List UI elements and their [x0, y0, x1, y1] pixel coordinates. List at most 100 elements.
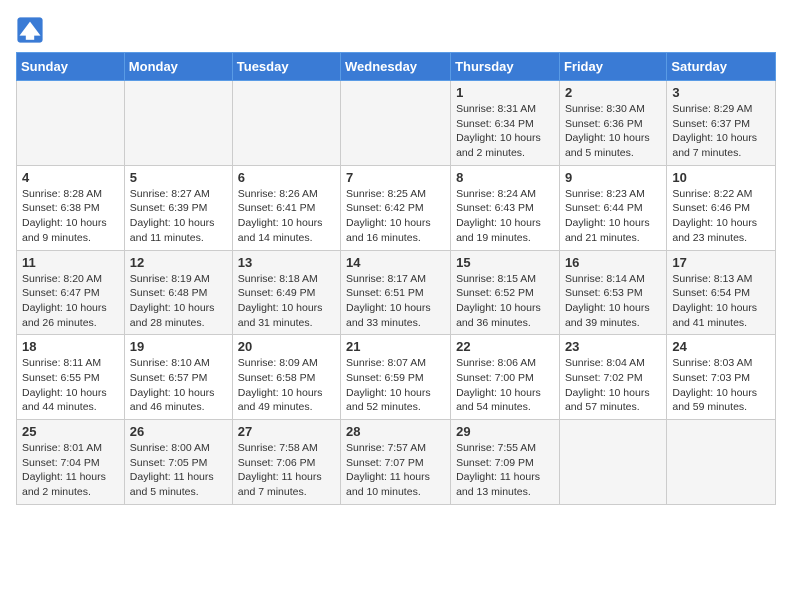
day-info: Sunrise: 8:25 AM Sunset: 6:42 PM Dayligh… — [346, 187, 445, 246]
day-info: Sunrise: 8:18 AM Sunset: 6:49 PM Dayligh… — [238, 272, 335, 331]
day-info: Sunrise: 8:04 AM Sunset: 7:02 PM Dayligh… — [565, 356, 661, 415]
day-number: 15 — [456, 255, 554, 270]
day-info: Sunrise: 7:57 AM Sunset: 7:07 PM Dayligh… — [346, 441, 445, 500]
calendar-week-row: 1 Sunrise: 8:31 AM Sunset: 6:34 PM Daylig… — [17, 81, 776, 166]
day-number: 8 — [456, 170, 554, 185]
calendar-cell: 17 Sunrise: 8:13 AM Sunset: 6:54 PM Dayli… — [667, 250, 776, 335]
calendar-week-row: 18Sunrise: 8:11 AM Sunset: 6:55 PM Dayli… — [17, 335, 776, 420]
calendar-week-row: 25Sunrise: 8:01 AM Sunset: 7:04 PM Dayli… — [17, 420, 776, 505]
day-number: 7 — [346, 170, 445, 185]
day-number: 22 — [456, 339, 554, 354]
day-number: 28 — [346, 424, 445, 439]
calendar-cell: 19 Sunrise: 8:10 AM Sunset: 6:57 PM Dayli… — [124, 335, 232, 420]
calendar-cell — [17, 81, 125, 166]
calendar-cell: 8 Sunrise: 8:24 AM Sunset: 6:43 PM Daylig… — [451, 165, 560, 250]
day-info: Sunrise: 8:19 AM Sunset: 6:48 PM Dayligh… — [130, 272, 227, 331]
calendar-cell: 13 Sunrise: 8:18 AM Sunset: 6:49 PM Dayli… — [232, 250, 340, 335]
day-number: 9 — [565, 170, 661, 185]
day-number: 17 — [672, 255, 770, 270]
day-number: 12 — [130, 255, 227, 270]
day-number: 11 — [22, 255, 119, 270]
calendar-cell: 14 Sunrise: 8:17 AM Sunset: 6:51 PM Dayli… — [341, 250, 451, 335]
day-info: Sunrise: 8:07 AM Sunset: 6:59 PM Dayligh… — [346, 356, 445, 415]
calendar-cell: 4Sunrise: 8:28 AM Sunset: 6:38 PM Daylig… — [17, 165, 125, 250]
day-info: Sunrise: 8:00 AM Sunset: 7:05 PM Dayligh… — [130, 441, 227, 500]
calendar-table: SundayMondayTuesdayWednesdayThursdayFrid… — [16, 52, 776, 505]
weekday-header-row: SundayMondayTuesdayWednesdayThursdayFrid… — [17, 53, 776, 81]
logo — [16, 16, 48, 44]
day-number: 1 — [456, 85, 554, 100]
calendar-cell: 1 Sunrise: 8:31 AM Sunset: 6:34 PM Daylig… — [451, 81, 560, 166]
day-number: 6 — [238, 170, 335, 185]
day-number: 2 — [565, 85, 661, 100]
day-info: Sunrise: 8:27 AM Sunset: 6:39 PM Dayligh… — [130, 187, 227, 246]
calendar-cell: 5 Sunrise: 8:27 AM Sunset: 6:39 PM Daylig… — [124, 165, 232, 250]
day-info: Sunrise: 8:31 AM Sunset: 6:34 PM Dayligh… — [456, 102, 554, 161]
weekday-header-cell: Friday — [559, 53, 666, 81]
calendar-cell: 24 Sunrise: 8:03 AM Sunset: 7:03 PM Dayli… — [667, 335, 776, 420]
day-info: Sunrise: 7:55 AM Sunset: 7:09 PM Dayligh… — [456, 441, 554, 500]
day-number: 5 — [130, 170, 227, 185]
day-number: 10 — [672, 170, 770, 185]
weekday-header-cell: Monday — [124, 53, 232, 81]
day-number: 13 — [238, 255, 335, 270]
calendar-cell: 27 Sunrise: 7:58 AM Sunset: 7:06 PM Dayli… — [232, 420, 340, 505]
calendar-cell: 20 Sunrise: 8:09 AM Sunset: 6:58 PM Dayli… — [232, 335, 340, 420]
weekday-header-cell: Thursday — [451, 53, 560, 81]
calendar-cell — [341, 81, 451, 166]
day-number: 3 — [672, 85, 770, 100]
day-info: Sunrise: 8:10 AM Sunset: 6:57 PM Dayligh… — [130, 356, 227, 415]
calendar-cell: 7 Sunrise: 8:25 AM Sunset: 6:42 PM Daylig… — [341, 165, 451, 250]
day-info: Sunrise: 8:20 AM Sunset: 6:47 PM Dayligh… — [22, 272, 119, 331]
calendar-cell: 29 Sunrise: 7:55 AM Sunset: 7:09 PM Dayli… — [451, 420, 560, 505]
day-number: 16 — [565, 255, 661, 270]
day-info: Sunrise: 8:23 AM Sunset: 6:44 PM Dayligh… — [565, 187, 661, 246]
day-info: Sunrise: 8:17 AM Sunset: 6:51 PM Dayligh… — [346, 272, 445, 331]
weekday-header-cell: Tuesday — [232, 53, 340, 81]
calendar-cell: 6Sunrise: 8:26 AM Sunset: 6:41 PM Daylig… — [232, 165, 340, 250]
day-info: Sunrise: 8:30 AM Sunset: 6:36 PM Dayligh… — [565, 102, 661, 161]
day-info: Sunrise: 7:58 AM Sunset: 7:06 PM Dayligh… — [238, 441, 335, 500]
day-number: 23 — [565, 339, 661, 354]
day-number: 27 — [238, 424, 335, 439]
calendar-cell: 12 Sunrise: 8:19 AM Sunset: 6:48 PM Dayli… — [124, 250, 232, 335]
calendar-cell: 11 Sunrise: 8:20 AM Sunset: 6:47 PM Dayli… — [17, 250, 125, 335]
day-info: Sunrise: 8:13 AM Sunset: 6:54 PM Dayligh… — [672, 272, 770, 331]
calendar-cell: 10 Sunrise: 8:22 AM Sunset: 6:46 PM Dayli… — [667, 165, 776, 250]
day-number: 21 — [346, 339, 445, 354]
calendar-cell: 9 Sunrise: 8:23 AM Sunset: 6:44 PM Daylig… — [559, 165, 666, 250]
calendar-cell: 23 Sunrise: 8:04 AM Sunset: 7:02 PM Dayli… — [559, 335, 666, 420]
calendar-cell: 18Sunrise: 8:11 AM Sunset: 6:55 PM Dayli… — [17, 335, 125, 420]
day-info: Sunrise: 8:06 AM Sunset: 7:00 PM Dayligh… — [456, 356, 554, 415]
calendar-cell: 16 Sunrise: 8:14 AM Sunset: 6:53 PM Dayli… — [559, 250, 666, 335]
day-number: 24 — [672, 339, 770, 354]
calendar-week-row: 4Sunrise: 8:28 AM Sunset: 6:38 PM Daylig… — [17, 165, 776, 250]
calendar-cell: 21 Sunrise: 8:07 AM Sunset: 6:59 PM Dayli… — [341, 335, 451, 420]
day-number: 29 — [456, 424, 554, 439]
calendar-cell: 3 Sunrise: 8:29 AM Sunset: 6:37 PM Daylig… — [667, 81, 776, 166]
day-number: 20 — [238, 339, 335, 354]
calendar-cell: 22 Sunrise: 8:06 AM Sunset: 7:00 PM Dayli… — [451, 335, 560, 420]
calendar-week-row: 11 Sunrise: 8:20 AM Sunset: 6:47 PM Dayli… — [17, 250, 776, 335]
day-info: Sunrise: 8:29 AM Sunset: 6:37 PM Dayligh… — [672, 102, 770, 161]
logo-icon — [16, 16, 44, 44]
weekday-header-cell: Sunday — [17, 53, 125, 81]
day-info: Sunrise: 8:22 AM Sunset: 6:46 PM Dayligh… — [672, 187, 770, 246]
day-info: Sunrise: 8:03 AM Sunset: 7:03 PM Dayligh… — [672, 356, 770, 415]
day-info: Sunrise: 8:11 AM Sunset: 6:55 PM Dayligh… — [22, 356, 119, 415]
day-number: 14 — [346, 255, 445, 270]
calendar-cell — [667, 420, 776, 505]
day-number: 19 — [130, 339, 227, 354]
calendar-cell: 2 Sunrise: 8:30 AM Sunset: 6:36 PM Daylig… — [559, 81, 666, 166]
day-info: Sunrise: 8:24 AM Sunset: 6:43 PM Dayligh… — [456, 187, 554, 246]
calendar-cell — [559, 420, 666, 505]
weekday-header-cell: Saturday — [667, 53, 776, 81]
day-info: Sunrise: 8:15 AM Sunset: 6:52 PM Dayligh… — [456, 272, 554, 331]
day-info: Sunrise: 8:28 AM Sunset: 6:38 PM Dayligh… — [22, 187, 119, 246]
calendar-cell: 26Sunrise: 8:00 AM Sunset: 7:05 PM Dayli… — [124, 420, 232, 505]
calendar-cell: 15 Sunrise: 8:15 AM Sunset: 6:52 PM Dayli… — [451, 250, 560, 335]
day-info: Sunrise: 8:09 AM Sunset: 6:58 PM Dayligh… — [238, 356, 335, 415]
day-number: 25 — [22, 424, 119, 439]
day-info: Sunrise: 8:14 AM Sunset: 6:53 PM Dayligh… — [565, 272, 661, 331]
calendar-cell — [124, 81, 232, 166]
